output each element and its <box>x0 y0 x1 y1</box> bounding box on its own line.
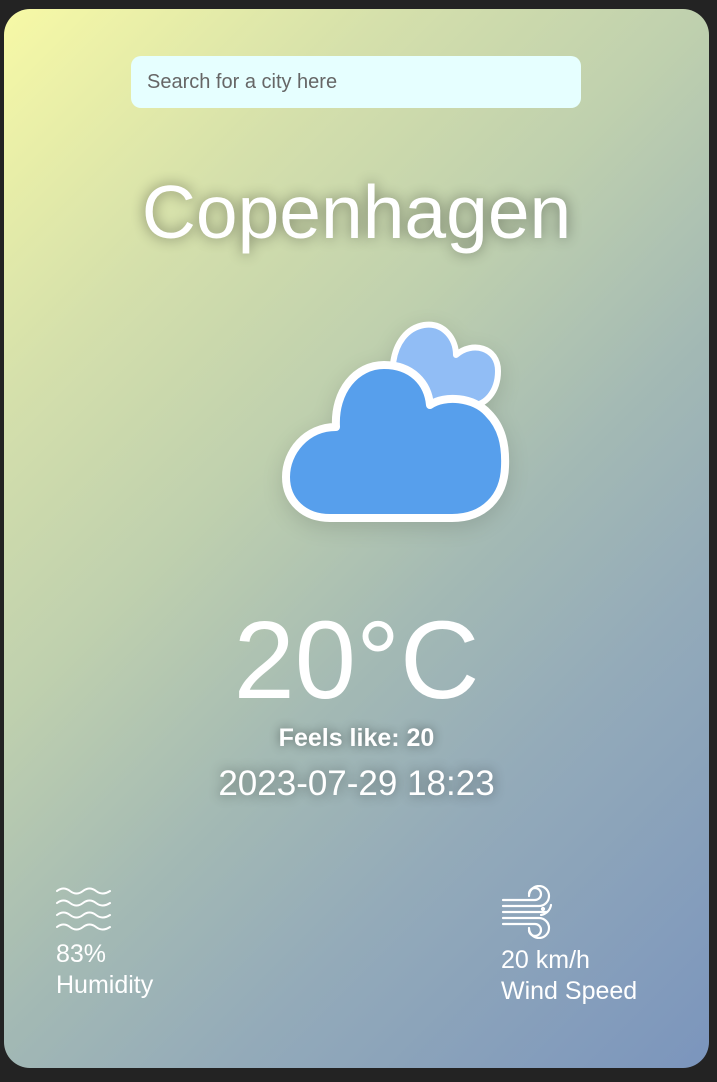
wind-label: Wind Speed <box>501 977 638 1005</box>
temperature: 20°C <box>233 599 480 722</box>
humidity-waves-icon <box>56 887 111 931</box>
wind-stat: 20 km/h Wind Speed <box>501 885 637 1007</box>
feels-like-text: Feels like: 20 <box>278 724 435 752</box>
wind-value: 20 km/h <box>501 946 590 974</box>
date-time: 2023-07-29 18:23 <box>218 764 495 803</box>
wind-icon <box>501 885 553 939</box>
city-search-input[interactable] <box>131 56 581 108</box>
humidity-value: 83% <box>56 940 107 968</box>
humidity-stat: 83% Humidity <box>56 885 153 1001</box>
humidity-label: Humidity <box>56 971 154 999</box>
weather-card: Copenhagen 20°C Feels like: 20 2023-07-2… <box>4 9 709 1068</box>
city-name: Copenhagen <box>141 170 572 254</box>
partly-cloudy-icon <box>282 321 510 522</box>
